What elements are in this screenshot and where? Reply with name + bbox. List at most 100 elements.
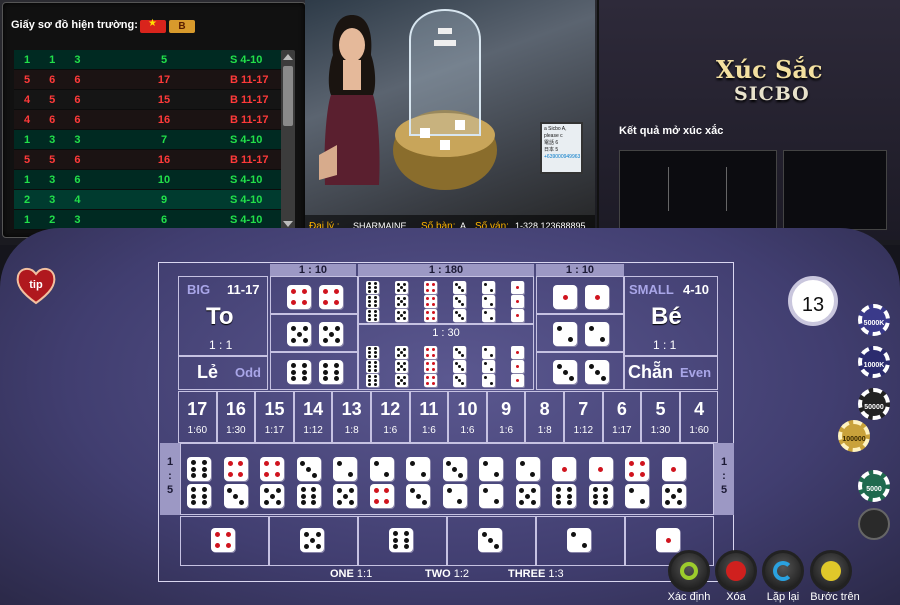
roadmap-panel: Giấy sơ đồ hiện trường: B 1 1 3 5 S 4-10 5 …: [2, 2, 306, 238]
die-3-icon: [406, 484, 430, 508]
scroll-thumb[interactable]: [283, 66, 293, 126]
chip-100000[interactable]: 100000: [838, 420, 870, 452]
chip-50000[interactable]: 50000: [858, 388, 890, 420]
total-odds: 1:6: [460, 425, 475, 436]
chip-5000K[interactable]: 5000K: [858, 304, 890, 336]
odds-text: 1: [720, 456, 728, 468]
bet-small[interactable]: SMALL 4-10 Bé 1 : 1: [624, 276, 718, 356]
die-3-icon: [453, 374, 466, 387]
roadmap-title: Giấy sơ đồ hiện trường:: [11, 19, 138, 31]
three-text: THREE: [508, 568, 546, 580]
scroll-up-icon[interactable]: [283, 54, 293, 60]
confirm-button[interactable]: [668, 550, 710, 592]
die-5-icon: [260, 484, 284, 508]
roadmap-category: S 4-10: [230, 133, 263, 146]
die-6-icon: [366, 281, 379, 294]
vietnam-flag-icon[interactable]: [140, 18, 166, 33]
chip-stack-icon[interactable]: [858, 508, 890, 540]
die-2-icon: [553, 322, 577, 346]
clear-button[interactable]: [715, 550, 757, 592]
odds-text: 5: [166, 484, 174, 496]
bet-pair-3[interactable]: [536, 352, 624, 390]
repeat-icon: [773, 561, 793, 581]
roadmap-dice: 1 3 3: [24, 133, 89, 146]
total-number: 6: [616, 399, 627, 419]
total-number: 15: [264, 399, 285, 419]
bet-total[interactable]: 17 1:60: [178, 391, 217, 443]
die-2-icon: [482, 309, 495, 322]
bet-specific-triples[interactable]: [358, 276, 534, 324]
total-number: 14: [303, 399, 324, 419]
die-1-icon: [656, 528, 680, 552]
bet-total[interactable]: 16 1:30: [216, 391, 256, 443]
bet-pair-1[interactable]: [536, 276, 624, 314]
bet-pair-5[interactable]: [270, 314, 358, 352]
roadmap-sum: 10: [157, 173, 171, 186]
die-5-icon: [395, 309, 408, 322]
die-2-icon: [585, 322, 609, 346]
die-1-icon: [553, 285, 577, 309]
die-4-icon: [319, 285, 343, 309]
die-2-icon: [482, 281, 495, 294]
die-3-icon: [478, 528, 502, 552]
bet-even[interactable]: Chẵn Even: [624, 356, 718, 390]
three-odds: 1:3: [548, 568, 564, 580]
bet-odd[interactable]: Lẻ Odd: [178, 356, 268, 390]
bet-pair-2[interactable]: [536, 314, 624, 352]
bet-total[interactable]: 13 1:8: [332, 391, 371, 443]
total-number: 17: [187, 399, 208, 419]
bet-total[interactable]: 10 1:6: [448, 391, 487, 443]
die-4-icon: [260, 457, 284, 481]
roadmap-category: S 4-10: [230, 173, 263, 186]
game-subtitle: SICBO: [734, 83, 810, 105]
die-3-icon: [585, 360, 609, 384]
bet-total[interactable]: 4 1:60: [679, 391, 719, 443]
bet-total[interactable]: 9 1:6: [486, 391, 526, 443]
total-number: 12: [380, 399, 401, 419]
roadmap-scrollbar[interactable]: [281, 50, 295, 231]
odd-en-label: Odd: [235, 365, 261, 380]
total-number: 7: [578, 399, 589, 419]
die-6-icon: [366, 374, 379, 387]
bet-big[interactable]: BIG 11-17 To 1 : 1: [178, 276, 268, 356]
repeat-button[interactable]: [762, 550, 804, 592]
countdown-timer: 13: [788, 276, 838, 326]
bet-any-triple[interactable]: [358, 324, 534, 390]
bet-total[interactable]: 8 1:8: [525, 391, 564, 443]
big-range: 11-17: [227, 282, 260, 297]
die-5-icon: [395, 281, 408, 294]
bet-total[interactable]: 6 1:17: [602, 391, 642, 443]
big-odds: 1 : 1: [209, 338, 233, 352]
dealer-image: [319, 15, 380, 185]
bet-total[interactable]: 11 1:6: [409, 391, 449, 443]
tip-button[interactable]: tip: [14, 265, 58, 305]
die-2-icon: [333, 457, 357, 481]
die-2-icon: [482, 374, 495, 387]
bet-total[interactable]: 5 1:30: [641, 391, 680, 443]
roadmap-dice: 2 3 4: [24, 193, 89, 206]
two-text: TWO: [425, 568, 451, 580]
bet-total[interactable]: 15 1:17: [255, 391, 294, 443]
die-3-icon: [453, 309, 466, 322]
chip-1000K[interactable]: 1000K: [858, 346, 890, 378]
language-b-button[interactable]: B: [169, 20, 195, 33]
total-odds: 1:12: [303, 425, 323, 436]
bet-pair-4[interactable]: [270, 276, 358, 314]
die-4-icon: [369, 484, 394, 508]
die-5-icon: [661, 484, 686, 508]
scroll-down-icon[interactable]: [283, 221, 293, 227]
die-5-icon: [395, 374, 408, 387]
info-monitor: a Sicbo A, please c 電話 6 日本 5 +639000949…: [540, 122, 583, 174]
die-6-icon: [187, 484, 211, 508]
die-3-icon: [442, 457, 467, 481]
die-6-icon: [296, 484, 321, 508]
bet-total[interactable]: 7 1:12: [564, 391, 603, 443]
two-odds: 1:2: [453, 568, 470, 580]
bet-total[interactable]: 14 1:12: [293, 391, 333, 443]
bet-total[interactable]: 12 1:6: [371, 391, 410, 443]
bet-pair-6[interactable]: [270, 352, 358, 390]
chip-5000[interactable]: 5000: [858, 470, 890, 502]
die-1-icon: [511, 309, 524, 322]
previous-button[interactable]: [810, 550, 852, 592]
die-3-icon: [453, 295, 466, 308]
